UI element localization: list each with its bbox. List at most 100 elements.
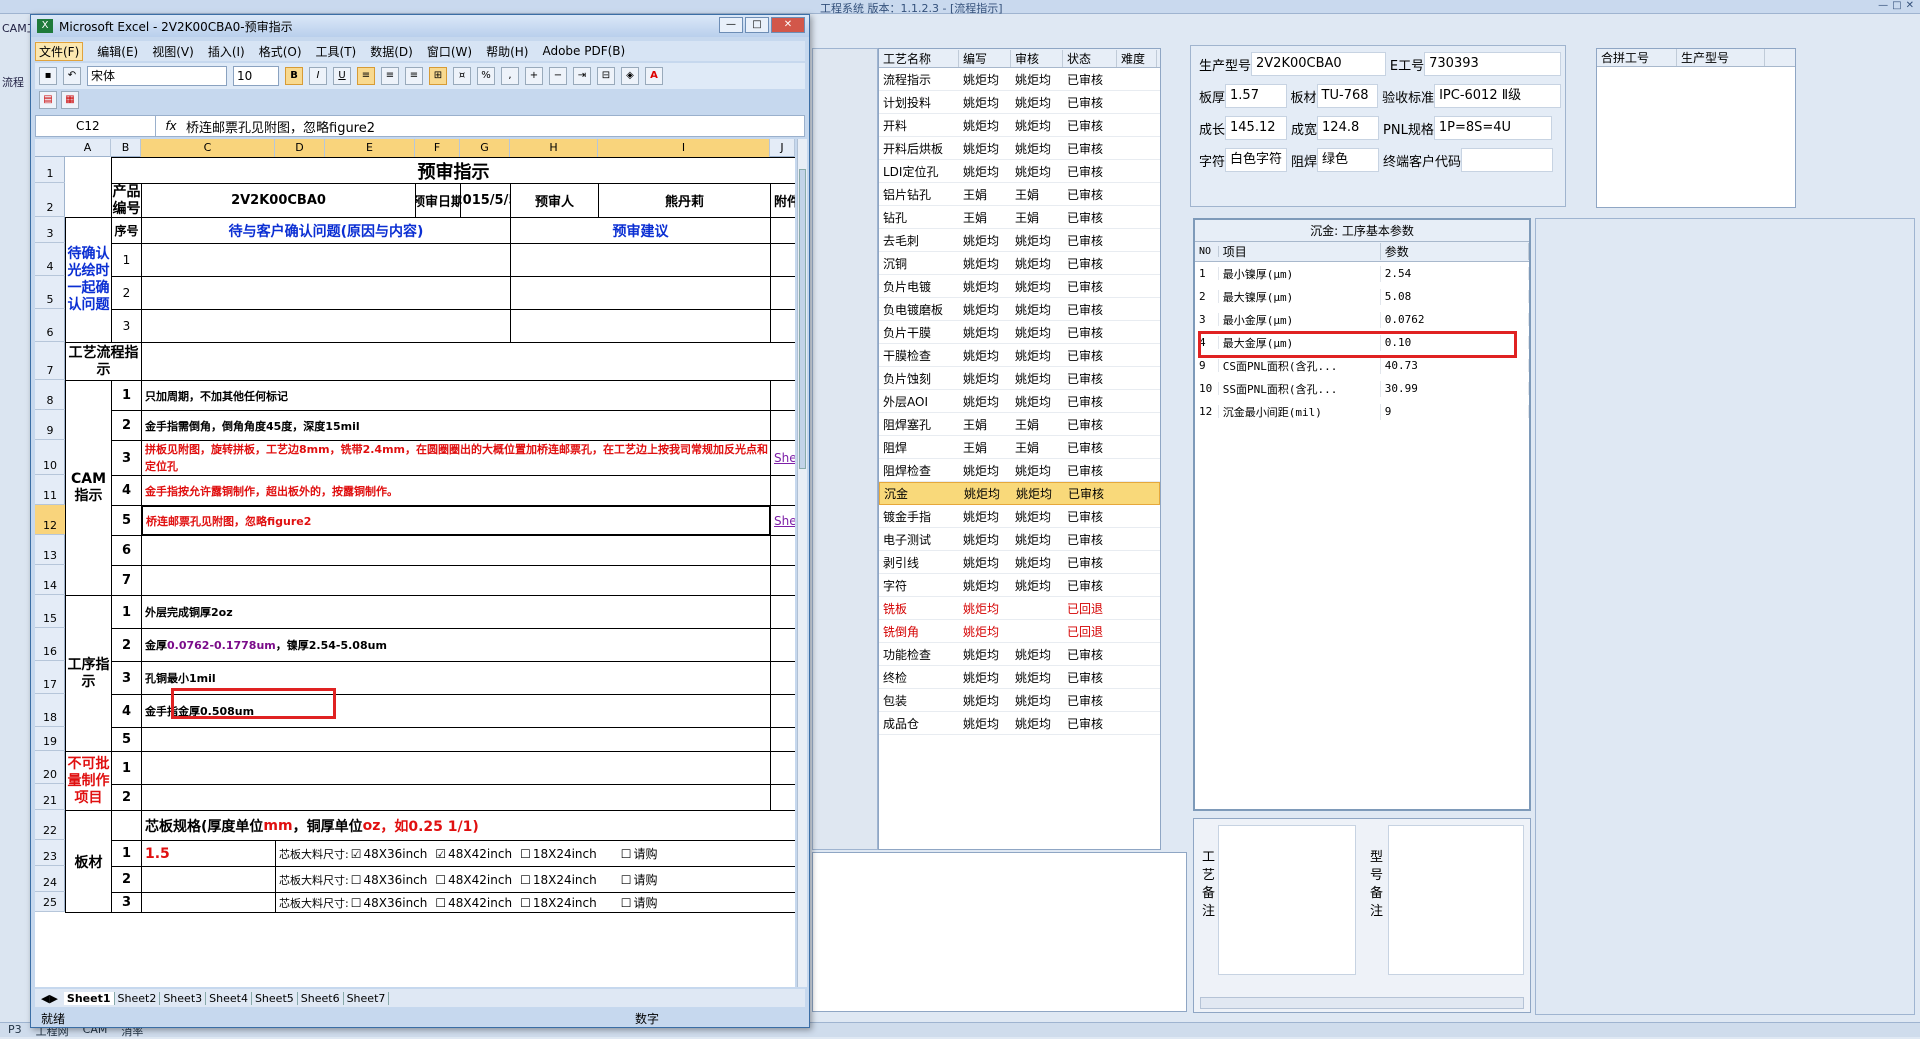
col-header[interactable]: 状态 — [1063, 49, 1117, 67]
column-header[interactable]: B — [111, 139, 141, 157]
menu-help[interactable]: 帮助(H) — [486, 43, 528, 60]
core-size-checkbox[interactable]: ☐ — [351, 873, 362, 887]
col-header[interactable]: 编写 — [959, 49, 1011, 67]
process-row[interactable]: 铣板 姚炬均 已回退 — [879, 597, 1160, 620]
process-row[interactable]: 沉金 姚炬均 姚炬均 已审核 — [879, 482, 1160, 505]
core-spec-title[interactable]: 芯板规格(厚度单位 mm ，铜厚单位 oz ，如0.25 1/1) — [141, 810, 795, 841]
row-header[interactable]: 21 — [35, 784, 65, 810]
process-row[interactable]: 负片电镀 姚炬均 姚炬均 已审核 — [879, 275, 1160, 298]
process-seq[interactable]: 4 — [111, 694, 142, 728]
menu-file[interactable]: 文件(F) — [35, 41, 84, 61]
process-row[interactable]: 铝片钻孔 王娟 王娟 已审核 — [879, 183, 1160, 206]
core-seq[interactable]: 3 — [111, 892, 142, 913]
thickness-field[interactable]: 1.57 — [1225, 84, 1287, 108]
row-header[interactable]: 11 — [35, 475, 65, 505]
column-header[interactable]: G — [460, 139, 510, 157]
comma-icon[interactable]: , — [501, 67, 519, 85]
minimize-icon[interactable]: — — [719, 17, 743, 33]
flow-cell[interactable] — [141, 342, 795, 381]
process-label[interactable]: 工序指示 — [65, 595, 112, 752]
bold-icon[interactable]: B — [285, 67, 303, 85]
horizontal-scrollbar[interactable] — [1200, 997, 1524, 1009]
question-cell[interactable] — [141, 309, 511, 343]
question-seq[interactable]: 2 — [111, 276, 142, 310]
seq-label[interactable]: 序号 — [111, 217, 142, 244]
process-row[interactable]: 阻焊检查 姚炬均 姚炬均 已审核 — [879, 459, 1160, 482]
row-header[interactable]: 23 — [35, 840, 65, 866]
process-row[interactable]: 开料 姚炬均 姚炬均 已审核 — [879, 114, 1160, 137]
process-row[interactable]: 开料后烘板 姚炬均 姚炬均 已审核 — [879, 137, 1160, 160]
font-size-select[interactable]: 10 — [233, 66, 279, 86]
cam-instruction[interactable] — [141, 535, 771, 566]
remark-panel[interactable] — [812, 852, 1187, 1012]
cam-seq[interactable]: 1 — [111, 380, 142, 411]
align-center-icon[interactable]: ≡ — [381, 67, 399, 85]
col-header[interactable]: NO — [1195, 246, 1219, 257]
core-size-options[interactable]: 芯板大料尺寸: ☐ 48X36inch ☐ 48X42inch ☐ 18X24inch ☐ 请购 — [275, 866, 795, 893]
no-batch-cell[interactable] — [141, 751, 771, 785]
menu-view[interactable]: 视图(V) — [152, 43, 194, 60]
close-icon[interactable]: ✕ — [771, 17, 805, 33]
cam-seq[interactable]: 2 — [111, 410, 142, 441]
process-row[interactable]: 钻孔 王娟 王娟 已审核 — [879, 206, 1160, 229]
row-header[interactable]: 5 — [35, 276, 65, 309]
cam-label[interactable]: CAM指示 — [65, 380, 112, 596]
question-seq[interactable]: 1 — [111, 243, 142, 277]
cam-instruction[interactable] — [141, 565, 771, 596]
menu-tools[interactable]: 工具(T) — [316, 43, 357, 60]
process-seq[interactable]: 3 — [111, 661, 142, 695]
blank-cell[interactable] — [770, 694, 795, 728]
column-header[interactable]: D — [275, 139, 325, 157]
blank-cell[interactable] — [770, 380, 795, 411]
sheet-tab[interactable]: Sheet4 — [206, 991, 252, 1005]
customer-field[interactable] — [1461, 148, 1554, 172]
process-row[interactable]: 功能检查 姚炬均 姚炬均 已审核 — [879, 643, 1160, 666]
sheet-tab[interactable]: Sheet3 — [160, 991, 207, 1005]
menu-insert[interactable]: 插入(I) — [208, 43, 245, 60]
process-row[interactable]: 负片干膜 姚炬均 姚炬均 已审核 — [879, 321, 1160, 344]
blank-cell[interactable] — [770, 217, 795, 244]
fx-icon[interactable]: fx — [156, 119, 186, 133]
suggestion-cell[interactable] — [510, 276, 771, 310]
core-size-checkbox[interactable]: ☑ — [351, 847, 362, 861]
core-thickness[interactable] — [141, 892, 276, 913]
row-header[interactable]: 6 — [35, 309, 65, 342]
sheet-tab[interactable]: Sheet7 — [344, 991, 390, 1005]
row-header[interactable]: 3 — [35, 217, 65, 243]
process-row[interactable]: 干膜检查 姚炬均 姚炬均 已审核 — [879, 344, 1160, 367]
indent-icon[interactable]: ⇥ — [573, 67, 591, 85]
menu-edit[interactable]: 编辑(E) — [97, 43, 138, 60]
row-header[interactable]: 17 — [35, 661, 65, 694]
process-row[interactable]: 终检 姚炬均 姚炬均 已审核 — [879, 666, 1160, 689]
question-label[interactable]: 待与客户确认问题(原因与内容) — [141, 217, 511, 244]
col-header[interactable]: 审核 — [1011, 49, 1063, 67]
font-color-icon[interactable]: A — [645, 67, 663, 85]
row-header[interactable]: 25 — [35, 892, 65, 912]
row-header[interactable]: 15 — [35, 595, 65, 628]
row-header[interactable]: 1 — [35, 157, 65, 183]
core-size-options[interactable]: 芯板大料尺寸: ☐ 48X36inch ☐ 48X42inch ☐ 18X24inch ☐ 请购 — [275, 892, 795, 913]
process-row[interactable]: 负片蚀刻 姚炬均 姚炬均 已审核 — [879, 367, 1160, 390]
save-icon[interactable]: ▪ — [39, 67, 57, 85]
cam-instruction[interactable]: 拼板见附图，旋转拼板，工艺边8mm，铣带2.4mm，在圆圈圈出的大概位置加桥连邮… — [141, 440, 771, 476]
menu-adobe-pdf[interactable]: Adobe PDF(B) — [542, 44, 625, 58]
process-row[interactable]: 字符 姚炬均 姚炬均 已审核 — [879, 574, 1160, 597]
last-label[interactable]: 板材 — [65, 810, 112, 913]
process-row[interactable]: 包装 姚炬均 姚炬均 已审核 — [879, 689, 1160, 712]
review-date-label[interactable]: 预审日期 — [415, 183, 461, 218]
blank-cell[interactable] — [770, 751, 795, 785]
model-remark-box[interactable] — [1388, 825, 1524, 975]
process-seq[interactable]: 5 — [111, 727, 142, 752]
mask-field[interactable]: 绿色 — [1317, 148, 1380, 172]
row-header[interactable]: 19 — [35, 727, 65, 751]
cam-instruction[interactable]: 金手指按允许露铜制作，超出板外的，按露铜制作。 — [141, 475, 771, 506]
no-batch-seq[interactable]: 2 — [111, 784, 142, 811]
vertical-scrollbar[interactable] — [797, 139, 807, 987]
no-batch-cell[interactable] — [141, 784, 771, 811]
product-no-label[interactable]: 产品编号 — [111, 183, 142, 218]
maximize-icon[interactable]: □ — [1892, 0, 1901, 11]
core-seq[interactable]: 2 — [111, 866, 142, 893]
col-header[interactable]: 参数 — [1381, 243, 1529, 260]
cam-seq[interactable]: 4 — [111, 475, 142, 506]
col-header[interactable]: 生产型号 — [1677, 49, 1765, 66]
